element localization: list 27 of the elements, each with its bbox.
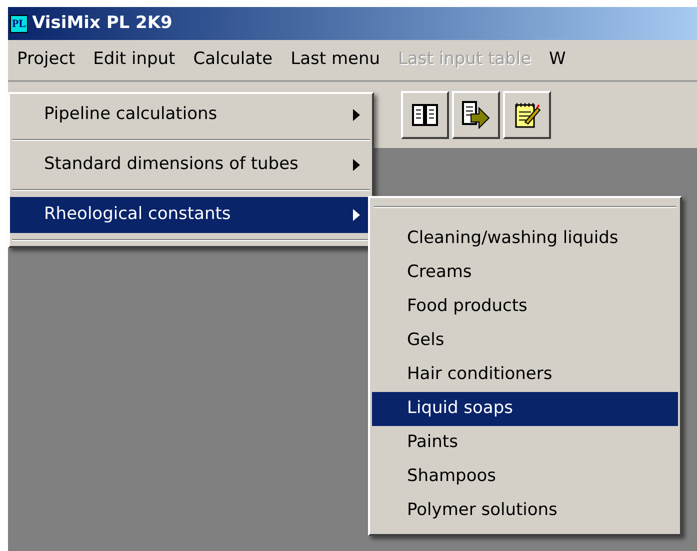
submenu-option[interactable]: Hair conditioners (372, 358, 678, 392)
submenu-option[interactable]: Liquid soaps (372, 392, 678, 426)
menu-item[interactable]: W (540, 47, 575, 73)
submenu-option[interactable]: Creams (372, 256, 678, 290)
menu-option[interactable]: Pipeline calculations (10, 97, 372, 133)
menu-option[interactable]: Standard dimensions of tubes (10, 147, 372, 183)
submenu-option[interactable]: Food products (372, 290, 678, 324)
menu-item[interactable]: Last menu (282, 47, 390, 73)
window-title: VisiMix PL 2K9 (32, 12, 172, 35)
notepad-pencil-icon (513, 100, 541, 130)
menu-item[interactable]: Project (8, 47, 84, 73)
menu-item[interactable]: Edit input (84, 47, 184, 73)
submenu-arrow-icon (353, 109, 360, 121)
menu-item[interactable]: Calculate (184, 47, 282, 73)
submenu-option[interactable]: Shampoos (372, 460, 678, 494)
submenu-option[interactable]: Gels (372, 324, 678, 358)
book-icon (411, 103, 439, 127)
submenu-option[interactable]: Polymer solutions (372, 494, 678, 528)
submenu-arrow-icon (353, 209, 360, 221)
submenu-arrow-icon (353, 159, 360, 171)
toolbar-button[interactable] (503, 91, 551, 139)
toolbar-button[interactable] (401, 91, 449, 139)
app-logo: PL (10, 14, 28, 32)
toolbar-button[interactable] (452, 91, 500, 139)
submenu-option[interactable]: Cleaning/washing liquids (372, 222, 678, 256)
document-arrow-icon (461, 100, 491, 130)
submenu-option[interactable]: Paints (372, 426, 678, 460)
